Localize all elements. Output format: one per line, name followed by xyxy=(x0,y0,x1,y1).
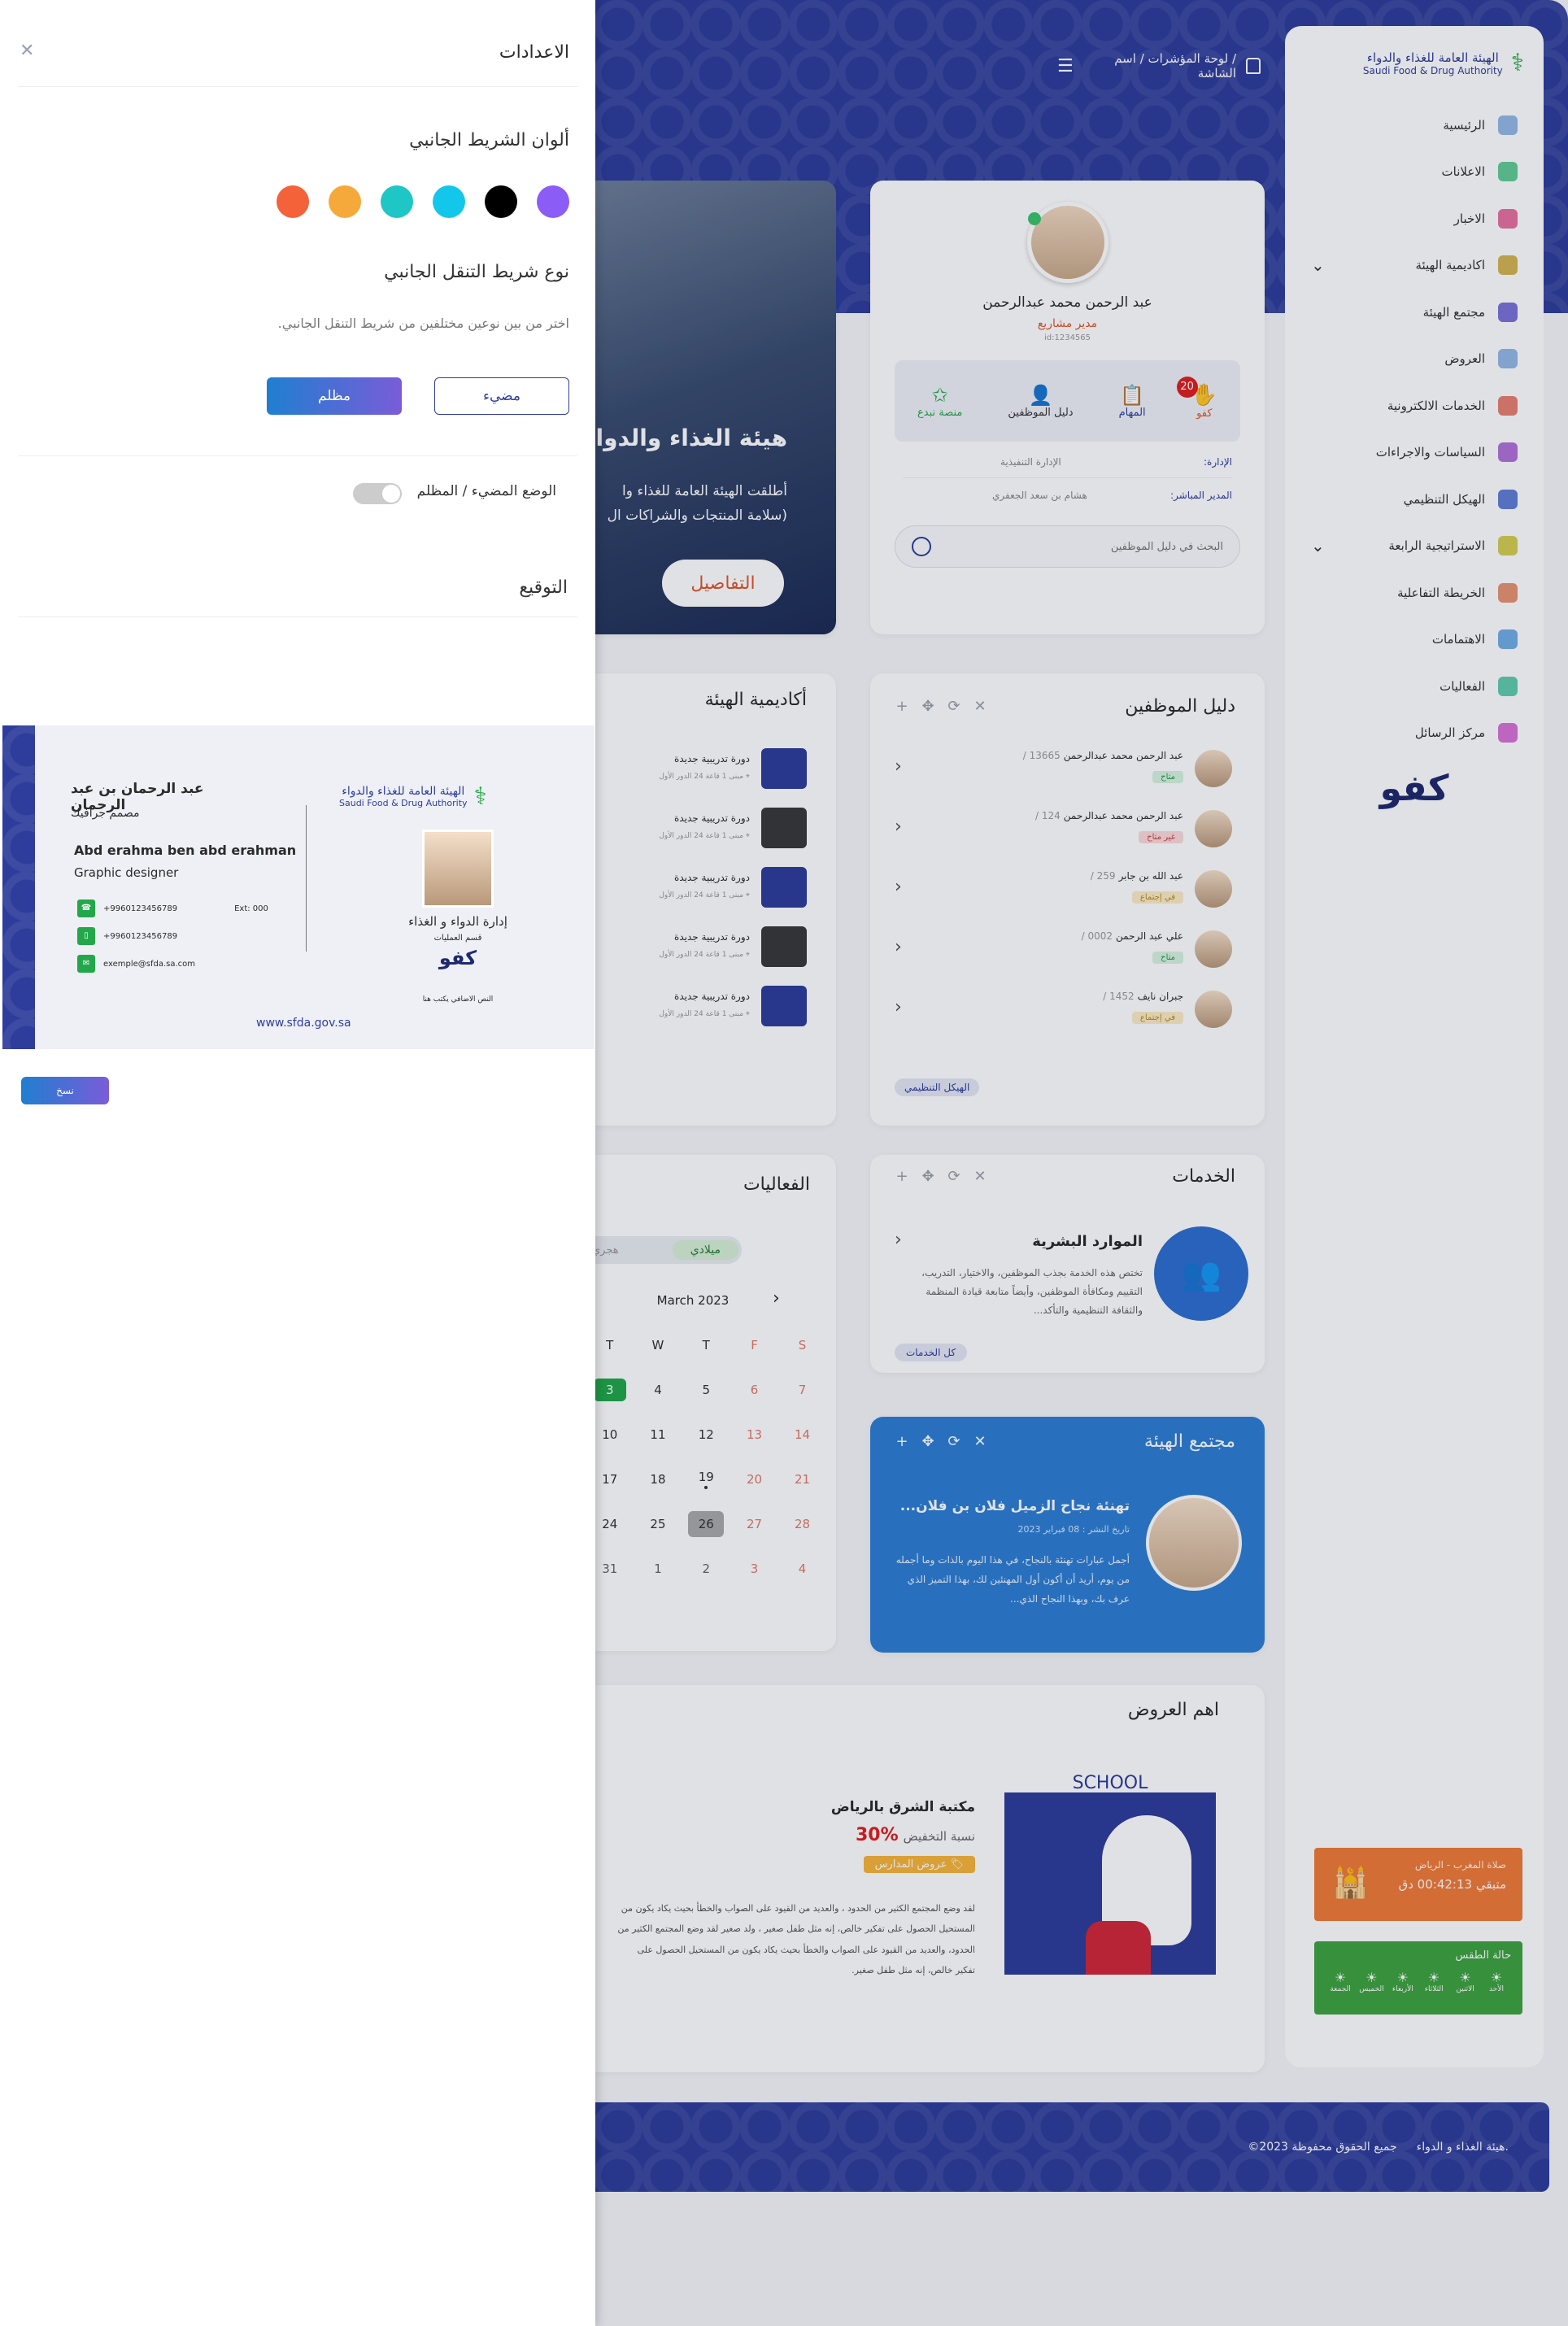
dark-mode-button[interactable]: مظلم xyxy=(267,377,402,415)
toggle-knob xyxy=(382,485,400,503)
divider xyxy=(18,616,577,617)
sig-kafo-logo: كفو xyxy=(438,947,477,969)
sig-org-logo: الهيئة العامة للغذاء والدواء Saudi Food … xyxy=(339,782,487,811)
color-swatch[interactable] xyxy=(433,185,465,218)
close-icon[interactable]: ✕ xyxy=(20,41,34,61)
divider xyxy=(18,86,577,87)
mode-label: الوضع المضيء / المظلم xyxy=(416,483,556,499)
nav-type-desc: اختر من بين نوعين مختلفين من شريط التنقل… xyxy=(277,316,569,331)
sig-email-row: ✉ exemple@sfda.sa.com xyxy=(77,955,195,973)
color-swatch[interactable] xyxy=(485,185,517,218)
sig-phone1-row: ☎ +9960123456789 Ext: 000 xyxy=(77,899,268,917)
sig-email: exemple@sfda.sa.com xyxy=(103,959,196,969)
modal-overlay[interactable] xyxy=(595,0,1568,2326)
sig-name-en: Abd erahma ben abd erahman xyxy=(74,843,297,858)
sig-org-ar: الهيئة العامة للغذاء والدواء xyxy=(342,785,465,798)
sig-org-en: Saudi Food & Drug Authority xyxy=(339,798,468,808)
light-mode-button[interactable]: مضيء xyxy=(434,377,569,415)
sig-phone2: +9960123456789 xyxy=(103,931,178,941)
sig-photo xyxy=(422,830,494,908)
signature-pattern xyxy=(2,725,35,1049)
sig-phone2-row: ▯ +9960123456789 xyxy=(77,927,177,945)
mobile-icon: ▯ xyxy=(77,927,95,945)
mail-icon: ✉ xyxy=(77,955,95,973)
settings-panel: الاعدادات ✕ ألوان الشريط الجانبي نوع شري… xyxy=(0,0,595,2326)
sig-website[interactable]: www.sfda.gov.sa xyxy=(256,1017,351,1030)
color-swatch[interactable] xyxy=(329,185,361,218)
sig-note: النص الاضافي يكتب هنا xyxy=(422,995,494,1004)
signature-card: عبد الرحمان بن عبد الرحمان مصمم جرافيك A… xyxy=(2,725,595,1049)
sfda-logo-icon: ⚕ xyxy=(473,782,487,811)
nav-type-heading: نوع شريط التنقل الجانبي xyxy=(384,262,569,282)
mode-toggle[interactable] xyxy=(353,483,402,504)
signature-divider xyxy=(306,805,307,952)
sig-title-ar: مصمم جرافيك xyxy=(71,807,140,820)
divider xyxy=(18,455,577,456)
signature-heading: التوقيع xyxy=(519,577,568,598)
color-swatch[interactable] xyxy=(277,185,309,218)
sig-dept-sub: قسم العمليات xyxy=(433,934,482,943)
sig-ext: Ext: 000 xyxy=(234,904,268,913)
sig-dept-main: إدارة الدواء و الغذاء xyxy=(408,914,507,929)
phone-icon: ☎ xyxy=(77,899,95,917)
color-swatches xyxy=(277,185,569,218)
settings-title: الاعدادات xyxy=(499,42,569,63)
color-swatch[interactable] xyxy=(537,185,569,218)
sig-phone1: +9960123456789 xyxy=(103,904,178,913)
copy-signature-button[interactable]: نسخ xyxy=(21,1077,109,1104)
color-swatch[interactable] xyxy=(381,185,413,218)
sig-title-en: Graphic designer xyxy=(74,865,179,880)
sidebar-colors-heading: ألوان الشريط الجانبي xyxy=(409,130,569,150)
